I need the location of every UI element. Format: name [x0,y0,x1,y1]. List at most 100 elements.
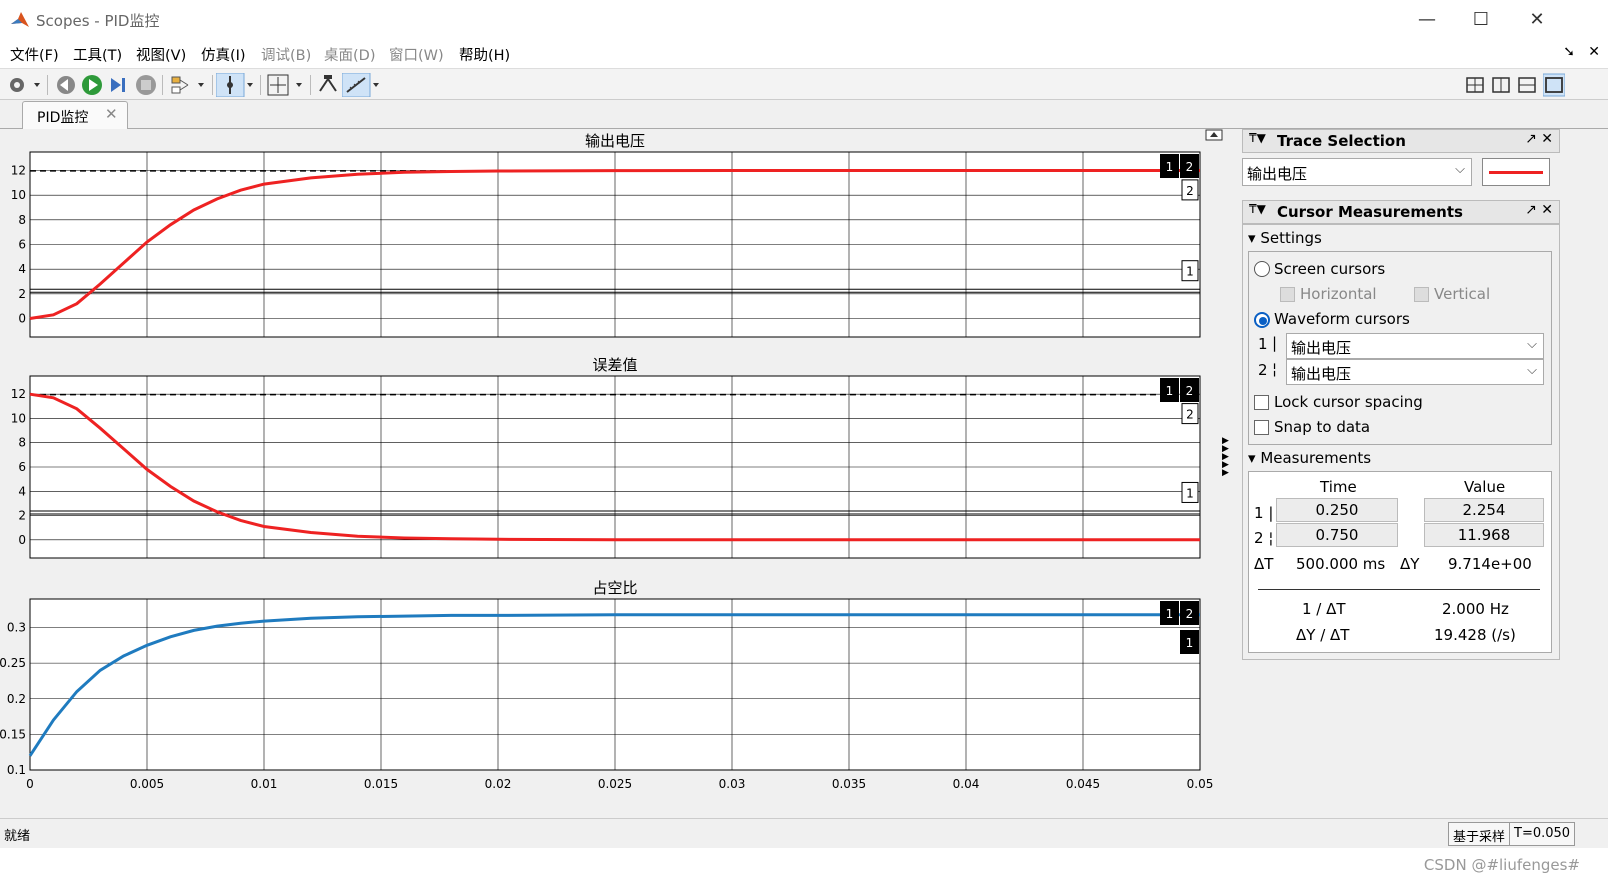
layout-rows-icon[interactable] [1517,73,1537,97]
inv-dt-value: 2.000 Hz [1442,600,1509,618]
cursor1-signal-dropdown[interactable]: 输出电压 ⌵ [1286,333,1544,359]
y-tick-label: 0.25 [0,656,26,670]
panel-close-icon[interactable]: ↗ ✕ [1525,131,1553,147]
vertical-checkbox[interactable] [1414,287,1429,302]
cursor-measurements-title: Cursor Measurements [1277,203,1463,221]
status-bar: 就绪 基于采样 T=0.050 [0,818,1608,848]
lock-spacing-checkbox[interactable] [1254,395,1269,410]
highlight-block-icon[interactable] [168,73,208,97]
close-window-button[interactable]: ✕ [1514,6,1560,34]
y-tick-label: 0.1 [7,763,26,777]
cursor-1-header-label: 1 [1166,607,1174,621]
undock-plot-icon[interactable] [1205,129,1223,141]
cursor-1-tag-label: 1 [1186,486,1194,500]
y-tick-label: 0.2 [7,692,26,706]
inv-dt-label: 1 / ΔT [1302,600,1346,618]
trace-select-value: 输出电压 [1247,165,1308,183]
plot-title: 输出电压 [585,132,645,150]
chevron-down-icon: ⌵ [1455,162,1465,177]
screen-cursors-radio[interactable] [1254,261,1270,277]
row1-label: 1 | [1254,504,1274,522]
cursor-measurements-icon[interactable] [342,73,382,97]
tab-close-icon[interactable]: ✕ [105,105,118,123]
y-tick-label: 4 [18,484,26,498]
horizontal-checkbox[interactable] [1280,287,1295,302]
sample-mode-badge: 基于采样 [1448,822,1511,846]
measurements-section-toggle[interactable]: ▾ Measurements [1248,449,1371,467]
layout-grid-icon[interactable] [1465,73,1485,97]
chevron-down-icon: ⌵ [1527,337,1537,352]
y-tick-label: 4 [18,262,26,276]
cursor1-label: 1 [1258,335,1268,353]
bottom-strip: CSDN @#liufenges# [0,848,1608,880]
y-tick-label: 6 [18,238,26,252]
delta-y-value: 9.714e+00 [1448,555,1532,573]
menu-file[interactable]: 文件(F) [10,44,59,65]
menu-view[interactable]: 视图(V) [136,44,186,65]
y-tick-label: 0 [18,312,26,326]
plot-title: 占空比 [592,579,637,597]
x-tick-label: 0.005 [130,777,164,791]
cursor-measurements-header: ₸▼ Cursor Measurements ↗ ✕ [1242,200,1560,224]
undock-icon[interactable]: ➘ ✕ [1563,44,1600,60]
cursor2-signal-dropdown[interactable]: 输出电压 ⌵ [1286,359,1544,385]
cursor1-line-icon: | [1272,334,1278,352]
trace-selection-title: Trace Selection [1277,132,1406,150]
snap-to-data-checkbox[interactable] [1254,420,1269,435]
waveform-cursors-label: Waveform cursors [1274,310,1410,328]
trace-select-dropdown[interactable]: 输出电压 ⌵ [1242,158,1472,186]
settings-gear-icon[interactable] [6,73,42,97]
cursor-2-header-label: 2 [1186,384,1194,398]
scope-plot-area[interactable]: 输出电压 0 2 4 6 8 10 12 1 2 1 2 误差值 0 2 4 6 8 10 12 1 2 1 2 占空比 0.1 0… [0,129,1235,817]
maximize-button[interactable]: ☐ [1458,6,1504,34]
delta-y-label: ΔY [1400,555,1420,573]
menu-debug[interactable]: 调试(B) [261,44,311,65]
cursor2-line-icon: ¦ [1272,360,1278,378]
tab-pid-monitor[interactable]: PID监控 ✕ [22,101,128,129]
pin-icon[interactable]: ₸▼ [1249,131,1266,145]
step-back-icon[interactable] [54,73,78,97]
y-tick-label: 0.3 [7,621,26,635]
cursor-1-tag-label: 1 [1186,636,1194,650]
settings-section-toggle[interactable]: ▾ Settings [1248,229,1322,247]
cursor-1-tag-label: 1 [1186,265,1194,279]
menu-simulation[interactable]: 仿真(I) [201,44,246,65]
horizontal-label: Horizontal [1300,285,1377,303]
step-forward-icon[interactable] [106,73,130,97]
layout-columns-icon[interactable] [1491,73,1511,97]
x-tick-label: 0.025 [598,777,632,791]
snap-to-data-label: Snap to data [1274,418,1371,436]
pin-icon[interactable]: ₸▼ [1249,202,1266,216]
delta-t-value: 500.000 ms [1296,555,1386,573]
menu-desktop[interactable]: 桌面(D) [324,44,375,65]
cursor-2-tag-label: 2 [1186,408,1194,422]
menu-tools[interactable]: 工具(T) [73,44,122,65]
zoom-fit-icon[interactable] [266,73,306,97]
y-tick-label: 2 [18,287,26,301]
row2-label: 2 ¦ [1254,529,1274,547]
trace-line-style[interactable] [1482,158,1550,186]
panel-splitter-handle[interactable]: ▶ ▶ ▶ ▶ ▶ [1222,437,1229,478]
waveform-cursors-radio[interactable] [1254,312,1270,328]
layout-single-icon[interactable] [1543,73,1565,97]
x-tick-label: 0.02 [485,777,512,791]
sim-time-badge: T=0.050 [1509,822,1576,846]
menu-window[interactable]: 窗口(W) [389,44,444,65]
cursor2-signal-value: 输出电压 [1291,365,1352,383]
measurements-label: Measurements [1260,449,1372,467]
triggers-icon[interactable] [216,73,256,97]
settings-label: Settings [1260,229,1322,247]
run-icon[interactable] [80,73,104,97]
x-tick-label: 0.035 [832,777,866,791]
chevron-down-icon: ⌵ [1527,363,1537,378]
menu-help[interactable]: 帮助(H) [459,44,510,65]
minimize-button[interactable]: — [1404,6,1450,34]
panel-close-icon[interactable]: ↗ ✕ [1525,202,1553,218]
document-tab-bar: PID监控 ✕ [0,101,1608,129]
restore-icon[interactable] [316,73,340,97]
row1-time: 0.250 [1276,498,1398,522]
toolbar [0,68,1608,100]
scope-axes[interactable]: 输出电压024681012121 2误差值024681012121 2占空比0.10… [0,129,1235,817]
stop-icon[interactable] [134,73,158,97]
cursor2-label: 2 [1258,361,1268,379]
